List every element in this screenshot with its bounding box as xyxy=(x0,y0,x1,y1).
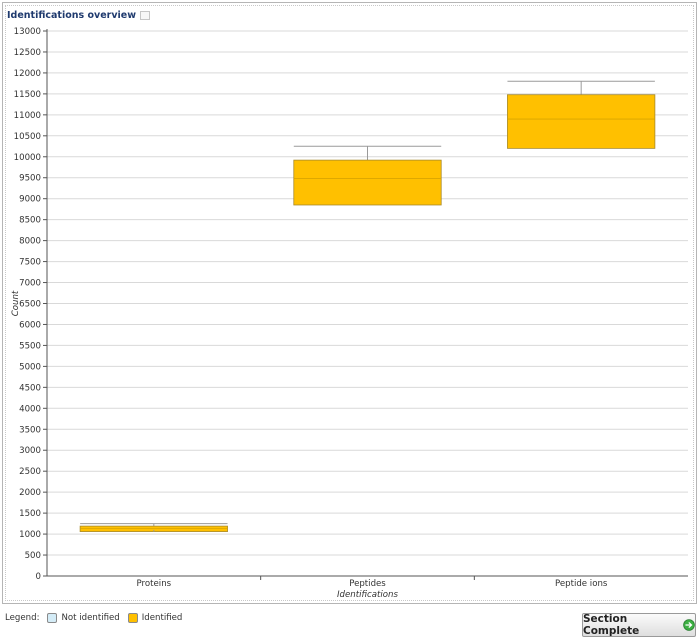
section-complete-button[interactable]: Section Complete xyxy=(582,613,696,637)
y-tick-label: 5500 xyxy=(19,341,41,351)
box-body xyxy=(507,94,656,149)
y-tick-label: 2500 xyxy=(19,467,41,477)
y-tick-label: 4000 xyxy=(19,404,41,414)
legend-swatch-identified xyxy=(127,613,138,623)
y-tick-label: 11500 xyxy=(14,90,41,100)
legend-item-not-identified: Not identified xyxy=(61,613,120,623)
y-tick-label: 5000 xyxy=(19,362,41,372)
y-tick-label: 9000 xyxy=(19,195,41,205)
y-tick-label: 11000 xyxy=(14,111,41,121)
y-tick-label: 1000 xyxy=(19,530,41,540)
y-tick-label: 13000 xyxy=(14,27,41,37)
box-body xyxy=(293,159,442,206)
y-tick-label: 7500 xyxy=(19,258,41,268)
y-tick-label: 10500 xyxy=(14,132,41,142)
legend-label: Legend: xyxy=(5,613,40,623)
y-tick-label: 10000 xyxy=(14,153,41,163)
y-tick-label: 1500 xyxy=(19,509,41,519)
box-peptides xyxy=(293,145,442,206)
legend-swatch-not-identified xyxy=(47,613,58,623)
y-tick-label: 3000 xyxy=(19,446,41,456)
y-tick-label: 6000 xyxy=(19,320,41,330)
y-tick-label: 7000 xyxy=(19,279,41,289)
box-proteins xyxy=(79,523,228,532)
y-tick-label: 12000 xyxy=(14,69,41,79)
x-category-label: Peptides xyxy=(349,579,386,589)
legend-item-identified: Identified xyxy=(141,613,183,623)
box-peptide-ions xyxy=(507,80,656,149)
y-axis-title: Count xyxy=(11,290,21,316)
x-axis-title: Identifications xyxy=(337,590,398,600)
y-tick-label: 3500 xyxy=(19,425,41,435)
y-tick-label: 6500 xyxy=(19,300,41,310)
identifications-chart: 0 500 1000 1500 2000 2500 3000 3500 4000 4500 5000… xyxy=(11,27,688,600)
x-category-label: Proteins xyxy=(137,579,172,589)
y-tick-label: 500 xyxy=(25,551,41,561)
y-tick-label: 4500 xyxy=(19,383,41,393)
x-category-label: Peptide ions xyxy=(555,579,608,589)
arrow-right-circle-icon xyxy=(683,619,695,631)
y-tick-label: 9500 xyxy=(19,174,41,184)
section-complete-label: Section Complete xyxy=(583,613,640,637)
y-tick-label: 0 xyxy=(36,572,41,582)
y-tick-label: 2000 xyxy=(19,488,41,498)
legend: Legend: Not identified Identified xyxy=(5,613,182,623)
y-tick-label: 12500 xyxy=(14,48,41,58)
y-tick-label: 8500 xyxy=(19,216,41,226)
y-tick-label: 8000 xyxy=(19,237,41,247)
